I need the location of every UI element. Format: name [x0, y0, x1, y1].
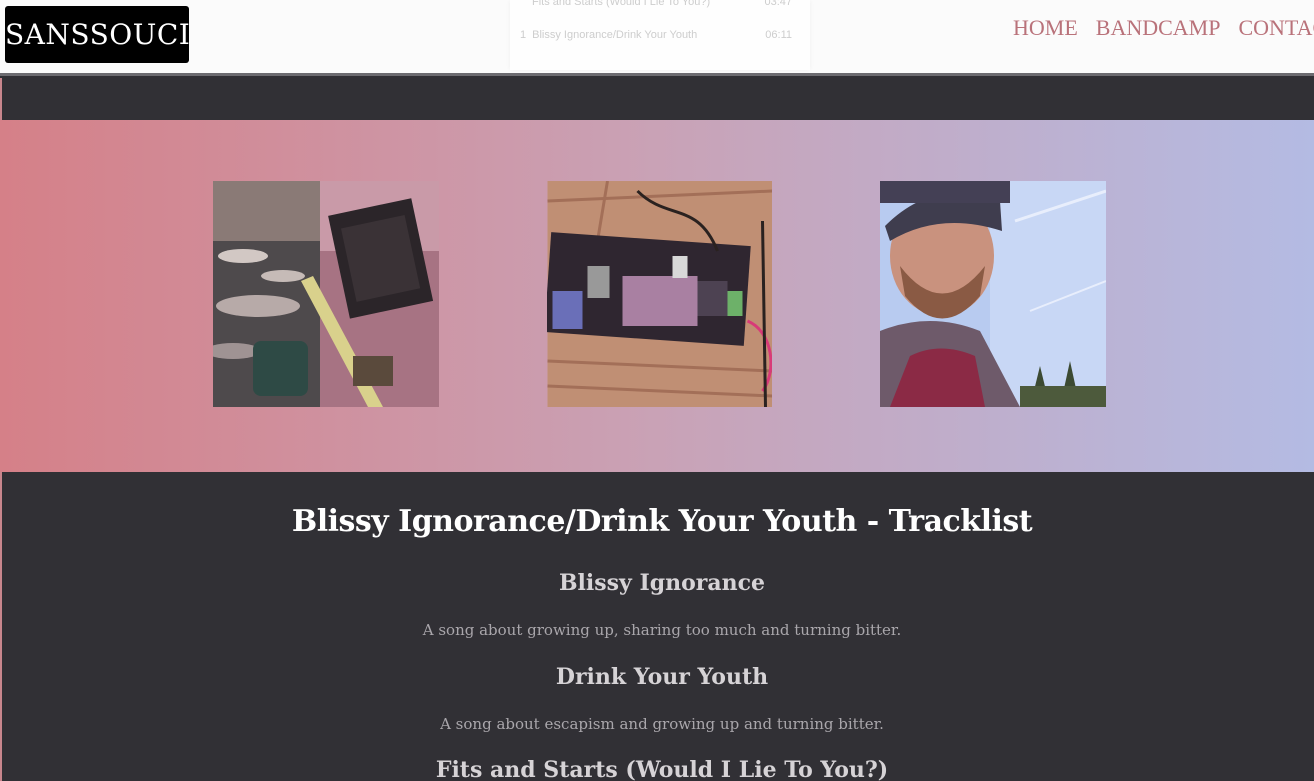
- tracklist-section: Blissy Ignorance/Drink Your Youth - Trac…: [0, 472, 1314, 781]
- player-track-title: Blissy Ignorance/Drink Your Youth: [532, 29, 698, 41]
- player-track-title: Fits and Starts (Would I Lie To You?): [532, 0, 711, 8]
- site-header: SANSSOUCI Fits and Starts (Would I Lie T…: [0, 0, 1314, 76]
- gallery-photo-studio[interactable]: [213, 181, 439, 407]
- gallery-photo-portrait[interactable]: [880, 181, 1106, 407]
- player-track-row[interactable]: 1 Blissy Ignorance/Drink Your Youth 06:1…: [520, 29, 792, 43]
- player-track-time: 06:11: [765, 29, 792, 41]
- track-description: A song about growing up, sharing too muc…: [422, 621, 902, 639]
- player-track-row[interactable]: Fits and Starts (Would I Lie To You?) 03…: [532, 0, 792, 10]
- gallery-photo-pedalboard[interactable]: [547, 181, 772, 407]
- player-track-number: 1: [520, 29, 527, 41]
- pedalboard-photo: [547, 181, 772, 407]
- studio-drums-amp-photo: [213, 181, 439, 407]
- track-name: Blissy Ignorance: [558, 570, 766, 596]
- main-nav: HOME BANDCAMP CONTACT: [1013, 14, 1314, 42]
- track-description: A song about escapism and growing up and…: [440, 715, 884, 733]
- portrait-cap-photo: [880, 181, 1106, 407]
- nav-bandcamp-link[interactable]: BANDCAMP: [1096, 14, 1221, 42]
- player-track-time: 03:47: [764, 0, 792, 8]
- embedded-player[interactable]: Fits and Starts (Would I Lie To You?) 03…: [510, 0, 810, 70]
- nav-home-link[interactable]: HOME: [1013, 14, 1078, 42]
- track-name: Drink Your Youth: [555, 664, 769, 690]
- nav-contact-link[interactable]: CONTACT: [1238, 14, 1314, 42]
- site-logo[interactable]: SANSSOUCI: [5, 6, 190, 63]
- tracklist-title: Blissy Ignorance/Drink Your Youth - Trac…: [291, 504, 1033, 539]
- track-name: Fits and Starts (Would I Lie To You?): [435, 757, 889, 781]
- photo-gallery: [0, 120, 1314, 472]
